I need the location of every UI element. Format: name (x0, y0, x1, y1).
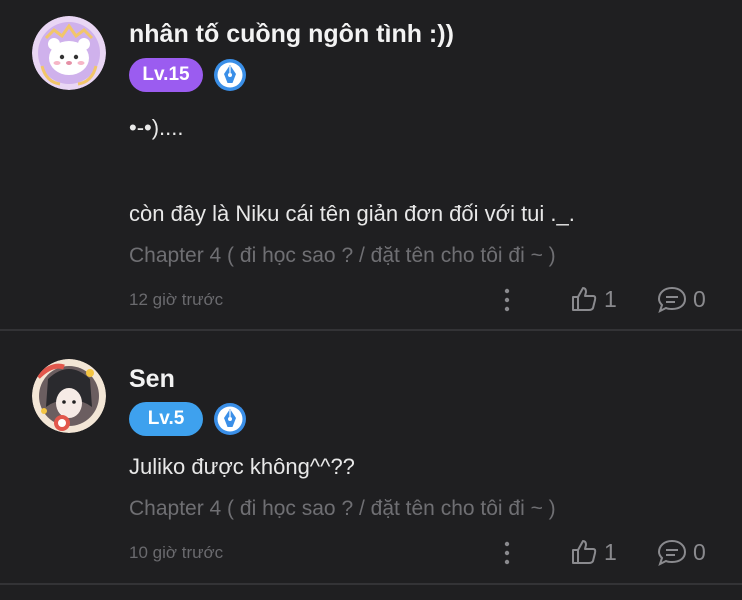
comment-text-line: còn đây là Niku cái tên giản đơn đối với… (129, 201, 575, 226)
reply-count: 0 (693, 285, 706, 312)
chapter-link[interactable]: Chapter 4 ( đi học sao ? / đặt tên cho t… (129, 244, 556, 268)
comment-text-line: •-•).... (129, 115, 184, 140)
username[interactable]: nhân tố cuồng ngôn tình :)) (129, 20, 454, 49)
username[interactable]: Sen (129, 365, 175, 394)
timestamp: 12 giờ trước (129, 290, 224, 309)
comment-text-line: Juliko được không^^?? (129, 454, 355, 479)
thumbs-up-icon (572, 287, 597, 311)
vertical-dots-icon[interactable] (497, 540, 517, 566)
level-badge: Lv.15 (129, 58, 203, 92)
level-badge: Lv.5 (129, 402, 203, 436)
fountain-pen-icon (214, 59, 246, 91)
like-count: 1 (604, 285, 617, 312)
badges: Lv.15 (129, 58, 247, 92)
vertical-dots-icon[interactable] (497, 287, 517, 313)
divider (0, 583, 742, 585)
avatar-image (32, 16, 106, 90)
avatar-image (32, 359, 106, 433)
reply-count: 0 (693, 538, 706, 565)
timestamp: 10 giờ trước (129, 543, 224, 562)
comment-item: nhân tố cuồng ngôn tình :)) Lv.15 •-•)..… (0, 0, 742, 330)
like-count: 1 (604, 538, 617, 565)
reply-button[interactable]: 0 (657, 285, 706, 313)
thumbs-up-icon (572, 540, 597, 564)
speech-bubble-icon (657, 539, 687, 566)
badges: Lv.5 (129, 402, 247, 436)
chapter-link[interactable]: Chapter 4 ( đi học sao ? / đặt tên cho t… (129, 497, 556, 521)
fountain-pen-icon (214, 403, 246, 435)
like-button[interactable]: 1 (570, 285, 617, 313)
reply-button[interactable]: 0 (657, 538, 706, 566)
avatar[interactable] (32, 16, 106, 90)
speech-bubble-icon (657, 286, 687, 313)
avatar[interactable] (32, 359, 106, 433)
like-button[interactable]: 1 (570, 538, 617, 566)
comment-item: Sen Lv.5 Juliko được không^^?? Chapter 4… (0, 331, 742, 583)
